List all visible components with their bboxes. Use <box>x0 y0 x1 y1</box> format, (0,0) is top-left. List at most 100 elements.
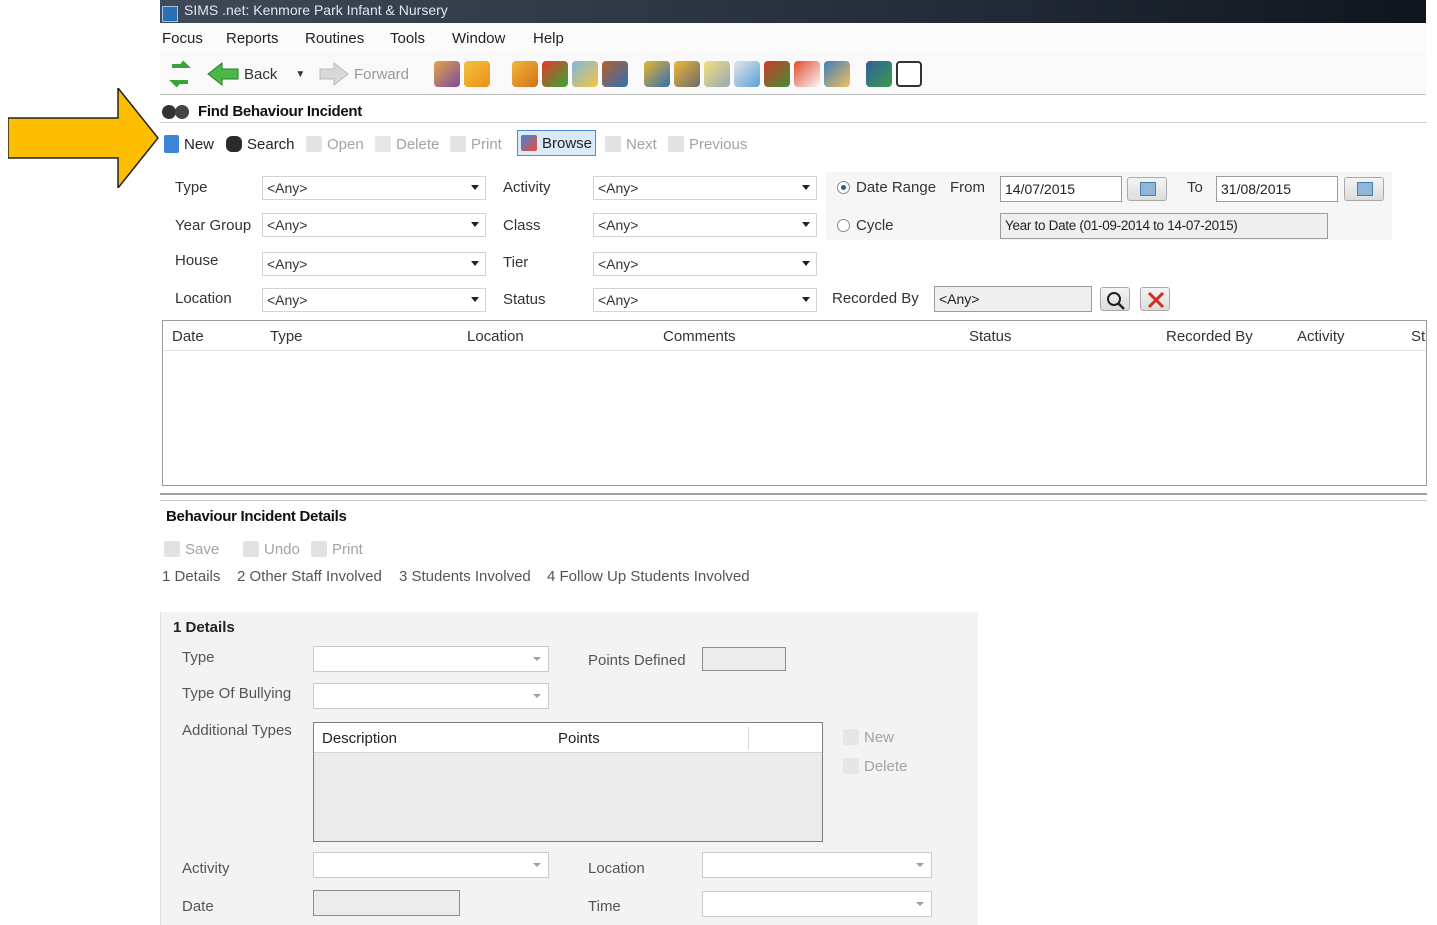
document-icon[interactable] <box>896 61 922 87</box>
activity-filter-label: Activity <box>503 179 551 196</box>
tab-follow-up[interactable]: 4 Follow Up Students Involved <box>547 568 750 585</box>
date-label: Date <box>182 898 214 915</box>
previous-button[interactable]: Previous <box>668 133 747 155</box>
col-points[interactable]: Points <box>558 730 600 747</box>
menu-focus[interactable]: Focus <box>162 30 203 47</box>
additional-delete-button[interactable]: Delete <box>843 755 907 777</box>
menu-routines[interactable]: Routines <box>305 30 364 47</box>
delete-button[interactable]: Delete <box>375 133 439 155</box>
header-divider <box>160 122 1427 123</box>
chevron-down-icon <box>533 694 541 698</box>
undo-button[interactable]: Undo <box>243 538 300 560</box>
tier-filter-select[interactable]: <Any> <box>593 252 817 276</box>
tab-details[interactable]: 1 Details <box>162 568 220 585</box>
col-description[interactable]: Description <box>322 730 397 747</box>
col-comments[interactable]: Comments <box>663 328 736 345</box>
type-filter-select[interactable]: <Any> <box>262 176 486 200</box>
back-button[interactable]: Back ▼ <box>206 61 305 87</box>
date-field[interactable] <box>313 890 460 916</box>
book-icon[interactable] <box>512 61 538 87</box>
house-filter-select[interactable]: <Any> <box>262 252 486 276</box>
recorded-by-input[interactable]: <Any> <box>934 286 1092 312</box>
class-filter-select[interactable]: <Any> <box>593 213 817 237</box>
house-filter-label: House <box>175 252 219 269</box>
user-icon[interactable] <box>824 61 850 87</box>
points-defined-field <box>702 647 786 671</box>
col-date[interactable]: Date <box>172 328 204 345</box>
type-of-bullying-label: Type Of Bullying <box>182 685 292 702</box>
from-date-input[interactable]: 14/07/2015 <box>1000 176 1122 202</box>
tab-other-staff[interactable]: 2 Other Staff Involved <box>237 568 382 585</box>
date-range-radio[interactable] <box>837 181 850 194</box>
location-filter-select[interactable]: <Any> <box>262 288 486 312</box>
details-print-button[interactable]: Print <box>311 538 363 560</box>
to-calendar-button[interactable] <box>1344 177 1384 201</box>
activity-filter-select[interactable]: <Any> <box>593 176 817 200</box>
new-button[interactable]: New <box>164 133 214 155</box>
next-button[interactable]: Next <box>605 133 657 155</box>
col-location[interactable]: Location <box>467 328 524 345</box>
menu-reports[interactable]: Reports <box>226 30 279 47</box>
to-date-input[interactable]: 31/08/2015 <box>1216 176 1338 202</box>
binoculars-icon <box>162 105 189 119</box>
assessment-icon[interactable] <box>734 61 760 87</box>
open-button[interactable]: Open <box>306 133 364 155</box>
cycle-radio[interactable] <box>837 219 850 232</box>
col-recorded-by[interactable]: Recorded By <box>1166 328 1253 345</box>
window-title: SIMS .net: Kenmore Park Infant & Nursery <box>184 2 448 18</box>
results-grid[interactable]: Date Type Location Comments Status Recor… <box>162 320 1427 486</box>
messages-icon[interactable] <box>572 61 598 87</box>
type-select[interactable] <box>313 646 549 672</box>
calendar-icon <box>1357 182 1373 196</box>
col-status[interactable]: Status <box>969 328 1012 345</box>
groups-icon[interactable] <box>644 61 670 87</box>
save-button[interactable]: Save <box>164 538 219 560</box>
forward-button[interactable]: Forward <box>318 61 409 87</box>
status-filter-select[interactable]: <Any> <box>593 288 817 312</box>
from-calendar-button[interactable] <box>1127 177 1167 201</box>
col-type[interactable]: Type <box>270 328 303 345</box>
year-group-filter-select[interactable]: <Any> <box>262 213 486 237</box>
attendance-icon[interactable] <box>674 61 700 87</box>
splitter[interactable] <box>160 493 1427 501</box>
time-select[interactable] <box>702 891 932 917</box>
search-button[interactable]: Search <box>226 133 295 155</box>
timer-icon[interactable] <box>794 61 820 87</box>
menu-tools[interactable]: Tools <box>390 30 425 47</box>
location-select[interactable] <box>702 852 932 878</box>
printer-icon <box>311 541 327 557</box>
col-activity[interactable]: Activity <box>1297 328 1345 345</box>
chevron-down-icon <box>802 261 810 266</box>
back-dropdown-icon[interactable]: ▼ <box>295 69 305 80</box>
col-st[interactable]: St <box>1411 328 1425 345</box>
additional-new-button[interactable]: New <box>843 726 894 748</box>
menu-help[interactable]: Help <box>533 30 564 47</box>
reports-icon[interactable] <box>866 61 892 87</box>
student-icon[interactable] <box>464 61 490 87</box>
cycle-label: Cycle <box>856 217 894 234</box>
browse-label: Browse <box>542 134 593 152</box>
from-label: From <box>950 179 985 196</box>
browse-button[interactable]: Browse <box>517 130 597 156</box>
register-icon[interactable] <box>704 61 730 87</box>
additional-types-grid[interactable]: Description Points <box>313 722 823 842</box>
calendar-icon <box>1140 182 1156 196</box>
contacts-icon[interactable] <box>764 61 790 87</box>
staff-icon[interactable] <box>602 61 628 87</box>
cycle-input[interactable]: Year to Date (01-09-2014 to 14-07-2015) <box>1000 213 1328 239</box>
people-icon[interactable] <box>434 61 460 87</box>
column-divider <box>748 727 749 749</box>
print-button[interactable]: Print <box>450 133 502 155</box>
menu-window[interactable]: Window <box>452 30 505 47</box>
chevron-down-icon <box>916 863 924 867</box>
house-filter-value: <Any> <box>267 256 308 272</box>
refresh-button[interactable] <box>166 60 194 88</box>
type-of-bullying-select[interactable] <box>313 683 549 709</box>
flags-icon[interactable] <box>542 61 568 87</box>
binoculars-search-icon <box>226 136 242 152</box>
recorded-by-search-button[interactable] <box>1100 287 1130 311</box>
tab-students[interactable]: 3 Students Involved <box>399 568 531 585</box>
recorded-by-clear-button[interactable] <box>1140 287 1170 311</box>
back-arrow-icon <box>207 61 239 87</box>
activity-select[interactable] <box>313 852 549 878</box>
